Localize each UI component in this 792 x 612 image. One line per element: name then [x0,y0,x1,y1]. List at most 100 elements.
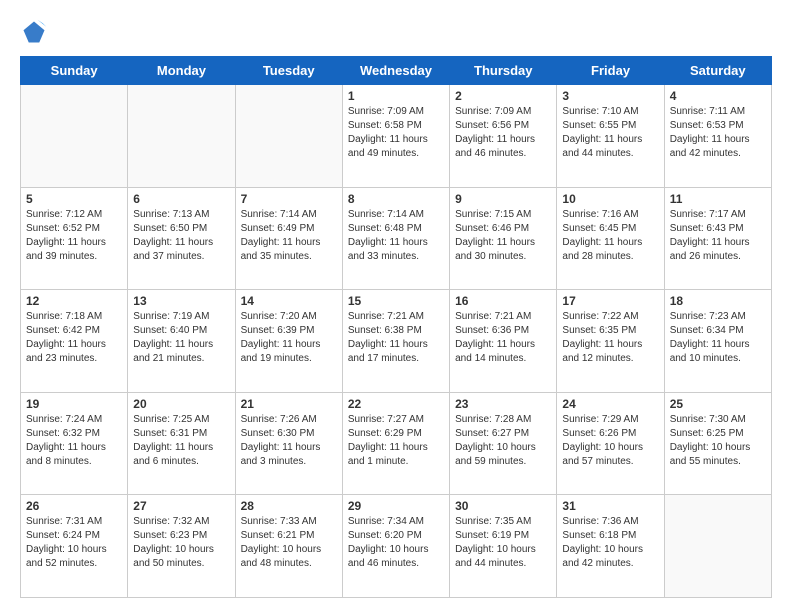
calendar-cell: 30 Sunrise: 7:35 AM Sunset: 6:19 PM Dayli… [450,495,557,598]
calendar-cell: 17 Sunrise: 7:22 AM Sunset: 6:35 PM Dayli… [557,290,664,393]
calendar-cell [664,495,771,598]
day-info: Sunrise: 7:33 AM Sunset: 6:21 PM Dayligh… [241,515,337,571]
day-info: Sunrise: 7:28 AM Sunset: 6:27 PM Dayligh… [455,413,551,469]
day-info: Sunrise: 7:30 AM Sunset: 6:25 PM Dayligh… [670,413,766,469]
day-info: Sunrise: 7:19 AM Sunset: 6:40 PM Dayligh… [133,310,229,366]
day-number: 19 [26,397,122,411]
day-info: Sunrise: 7:13 AM Sunset: 6:50 PM Dayligh… [133,208,229,264]
day-info: Sunrise: 7:29 AM Sunset: 6:26 PM Dayligh… [562,413,658,469]
day-info: Sunrise: 7:12 AM Sunset: 6:52 PM Dayligh… [26,208,122,264]
day-number: 11 [670,192,766,206]
day-number: 27 [133,499,229,513]
day-info: Sunrise: 7:09 AM Sunset: 6:56 PM Dayligh… [455,105,551,161]
day-info: Sunrise: 7:31 AM Sunset: 6:24 PM Dayligh… [26,515,122,571]
day-number: 20 [133,397,229,411]
calendar-cell: 25 Sunrise: 7:30 AM Sunset: 6:25 PM Dayli… [664,392,771,495]
day-info: Sunrise: 7:24 AM Sunset: 6:32 PM Dayligh… [26,413,122,469]
day-info: Sunrise: 7:32 AM Sunset: 6:23 PM Dayligh… [133,515,229,571]
day-info: Sunrise: 7:18 AM Sunset: 6:42 PM Dayligh… [26,310,122,366]
day-info: Sunrise: 7:09 AM Sunset: 6:58 PM Dayligh… [348,105,444,161]
day-info: Sunrise: 7:36 AM Sunset: 6:18 PM Dayligh… [562,515,658,571]
day-number: 30 [455,499,551,513]
day-info: Sunrise: 7:34 AM Sunset: 6:20 PM Dayligh… [348,515,444,571]
calendar-cell: 29 Sunrise: 7:34 AM Sunset: 6:20 PM Dayli… [342,495,449,598]
day-number: 3 [562,89,658,103]
calendar-cell: 20 Sunrise: 7:25 AM Sunset: 6:31 PM Dayli… [128,392,235,495]
day-number: 15 [348,294,444,308]
day-number: 18 [670,294,766,308]
calendar-cell: 18 Sunrise: 7:23 AM Sunset: 6:34 PM Dayli… [664,290,771,393]
day-number: 8 [348,192,444,206]
weekday-header-saturday: Saturday [664,57,771,85]
calendar-cell: 14 Sunrise: 7:20 AM Sunset: 6:39 PM Dayli… [235,290,342,393]
day-number: 9 [455,192,551,206]
calendar-cell: 1 Sunrise: 7:09 AM Sunset: 6:58 PM Daylig… [342,85,449,188]
day-info: Sunrise: 7:17 AM Sunset: 6:43 PM Dayligh… [670,208,766,264]
day-info: Sunrise: 7:15 AM Sunset: 6:46 PM Dayligh… [455,208,551,264]
day-info: Sunrise: 7:27 AM Sunset: 6:29 PM Dayligh… [348,413,444,469]
day-number: 4 [670,89,766,103]
calendar-cell [128,85,235,188]
day-number: 21 [241,397,337,411]
week-row-2: 5 Sunrise: 7:12 AM Sunset: 6:52 PM Daylig… [21,187,772,290]
day-info: Sunrise: 7:21 AM Sunset: 6:36 PM Dayligh… [455,310,551,366]
weekday-header-thursday: Thursday [450,57,557,85]
day-info: Sunrise: 7:14 AM Sunset: 6:49 PM Dayligh… [241,208,337,264]
day-number: 5 [26,192,122,206]
calendar-cell: 31 Sunrise: 7:36 AM Sunset: 6:18 PM Dayli… [557,495,664,598]
day-info: Sunrise: 7:22 AM Sunset: 6:35 PM Dayligh… [562,310,658,366]
day-info: Sunrise: 7:21 AM Sunset: 6:38 PM Dayligh… [348,310,444,366]
calendar-cell: 26 Sunrise: 7:31 AM Sunset: 6:24 PM Dayli… [21,495,128,598]
day-info: Sunrise: 7:26 AM Sunset: 6:30 PM Dayligh… [241,413,337,469]
day-number: 26 [26,499,122,513]
calendar-cell: 4 Sunrise: 7:11 AM Sunset: 6:53 PM Daylig… [664,85,771,188]
weekday-header-friday: Friday [557,57,664,85]
day-number: 14 [241,294,337,308]
day-number: 1 [348,89,444,103]
calendar-cell: 28 Sunrise: 7:33 AM Sunset: 6:21 PM Dayli… [235,495,342,598]
calendar-cell: 9 Sunrise: 7:15 AM Sunset: 6:46 PM Daylig… [450,187,557,290]
logo [20,18,50,46]
calendar-cell: 21 Sunrise: 7:26 AM Sunset: 6:30 PM Dayli… [235,392,342,495]
day-info: Sunrise: 7:23 AM Sunset: 6:34 PM Dayligh… [670,310,766,366]
day-number: 2 [455,89,551,103]
day-number: 23 [455,397,551,411]
calendar-cell: 24 Sunrise: 7:29 AM Sunset: 6:26 PM Dayli… [557,392,664,495]
calendar-cell: 12Sunrise: 7:18 AM Sunset: 6:42 PM Dayli… [21,290,128,393]
calendar-cell: 22Sunrise: 7:27 AM Sunset: 6:29 PM Dayli… [342,392,449,495]
calendar-cell: 3 Sunrise: 7:10 AM Sunset: 6:55 PM Daylig… [557,85,664,188]
logo-icon [20,18,48,46]
day-info: Sunrise: 7:14 AM Sunset: 6:48 PM Dayligh… [348,208,444,264]
day-info: Sunrise: 7:16 AM Sunset: 6:45 PM Dayligh… [562,208,658,264]
day-info: Sunrise: 7:25 AM Sunset: 6:31 PM Dayligh… [133,413,229,469]
day-info: Sunrise: 7:35 AM Sunset: 6:19 PM Dayligh… [455,515,551,571]
day-info: Sunrise: 7:11 AM Sunset: 6:53 PM Dayligh… [670,105,766,161]
day-info: Sunrise: 7:20 AM Sunset: 6:39 PM Dayligh… [241,310,337,366]
day-number: 24 [562,397,658,411]
day-info: Sunrise: 7:10 AM Sunset: 6:55 PM Dayligh… [562,105,658,161]
page: SundayMondayTuesdayWednesdayThursdayFrid… [0,0,792,612]
day-number: 17 [562,294,658,308]
weekday-header-monday: Monday [128,57,235,85]
day-number: 6 [133,192,229,206]
calendar-table: SundayMondayTuesdayWednesdayThursdayFrid… [20,56,772,598]
day-number: 25 [670,397,766,411]
day-number: 7 [241,192,337,206]
day-number: 28 [241,499,337,513]
calendar-cell [235,85,342,188]
calendar-cell: 6 Sunrise: 7:13 AM Sunset: 6:50 PM Daylig… [128,187,235,290]
calendar-cell: 19 Sunrise: 7:24 AM Sunset: 6:32 PM Dayli… [21,392,128,495]
week-row-5: 26 Sunrise: 7:31 AM Sunset: 6:24 PM Dayli… [21,495,772,598]
weekday-header-wednesday: Wednesday [342,57,449,85]
day-number: 29 [348,499,444,513]
calendar-cell: 5 Sunrise: 7:12 AM Sunset: 6:52 PM Daylig… [21,187,128,290]
calendar-cell: 11 Sunrise: 7:17 AM Sunset: 6:43 PM Dayli… [664,187,771,290]
calendar-cell: 15 Sunrise: 7:21 AM Sunset: 6:38 PM Dayli… [342,290,449,393]
day-number: 10 [562,192,658,206]
calendar-cell: 23 Sunrise: 7:28 AM Sunset: 6:27 PM Dayli… [450,392,557,495]
calendar-cell: 7 Sunrise: 7:14 AM Sunset: 6:49 PM Daylig… [235,187,342,290]
calendar-cell: 10 Sunrise: 7:16 AM Sunset: 6:45 PM Dayli… [557,187,664,290]
day-number: 31 [562,499,658,513]
day-number: 16 [455,294,551,308]
weekday-header-row: SundayMondayTuesdayWednesdayThursdayFrid… [21,57,772,85]
